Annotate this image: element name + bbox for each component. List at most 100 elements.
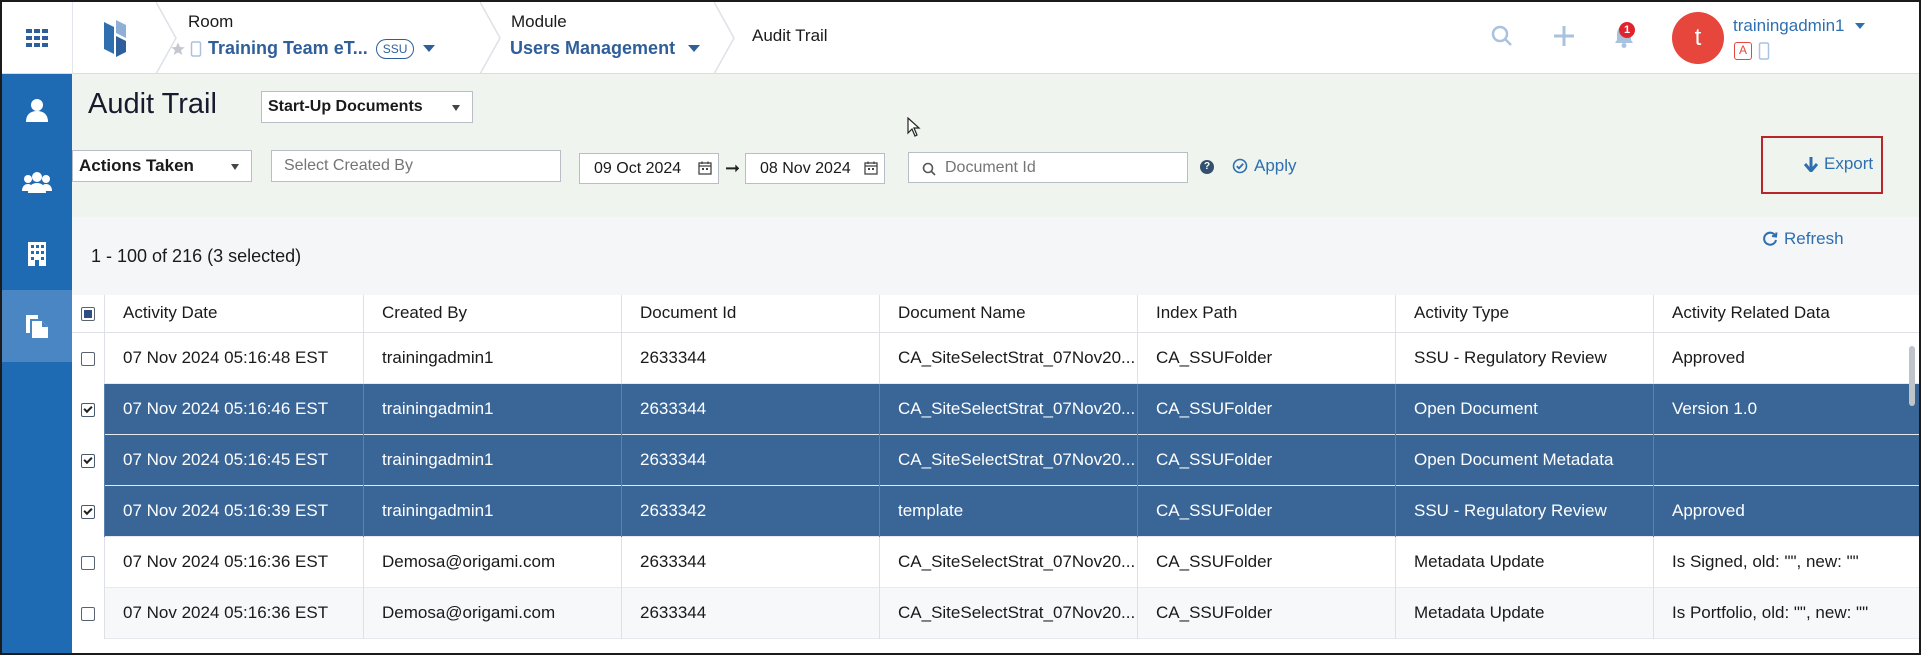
refresh-icon xyxy=(1763,231,1778,246)
breadcrumb-separator xyxy=(714,2,735,74)
sidebar-item-user[interactable] xyxy=(2,74,72,146)
document-category-value: Start-Up Documents xyxy=(268,98,423,115)
chevron-down-icon[interactable] xyxy=(687,44,701,54)
document-id-input[interactable] xyxy=(908,152,1188,183)
cell-activity-type: Metadata Update xyxy=(1395,588,1653,639)
search-icon[interactable] xyxy=(1490,24,1514,48)
cell-activity-related-data: Approved xyxy=(1653,486,1919,537)
chevron-down-icon[interactable] xyxy=(422,44,436,54)
apps-grid-button[interactable] xyxy=(2,2,72,74)
breadcrumb-room[interactable]: Room Training Team eT... SSU xyxy=(170,12,470,68)
row-checkbox-cell xyxy=(72,333,104,384)
sidebar xyxy=(2,74,72,653)
search-icon xyxy=(922,162,936,176)
cell-activity-related-data: Is Signed, old: "", new: "" xyxy=(1653,537,1919,588)
row-checkbox[interactable] xyxy=(81,606,95,621)
breadcrumb-module[interactable]: Module Users Management xyxy=(510,12,710,68)
column-header-index-path[interactable]: Index Path xyxy=(1137,295,1395,333)
calendar-icon[interactable] xyxy=(864,161,878,175)
chevron-down-icon xyxy=(1855,23,1866,30)
module-name[interactable]: Users Management xyxy=(510,38,675,59)
cell-index-path: CA_SSUFolder xyxy=(1137,486,1395,537)
cell-index-path: CA_SSUFolder xyxy=(1137,333,1395,384)
table-row[interactable]: 07 Nov 2024 05:16:36 EST Demosa@origami.c… xyxy=(72,588,1919,639)
cell-index-path: CA_SSUFolder xyxy=(1137,537,1395,588)
cell-activity-date: 07 Nov 2024 05:16:48 EST xyxy=(104,333,363,384)
created-by-input[interactable] xyxy=(271,150,561,182)
column-header-activity-related-data[interactable]: Activity Related Data xyxy=(1653,295,1919,333)
row-checkbox-cell xyxy=(72,537,104,588)
table-row[interactable]: 07 Nov 2024 05:16:46 EST trainingadmin1 26… xyxy=(72,384,1919,435)
cell-activity-related-data: Version 1.0 xyxy=(1653,384,1919,435)
table-row[interactable]: 07 Nov 2024 05:16:39 EST trainingadmin1 26… xyxy=(72,486,1919,537)
mobile-icon xyxy=(1758,42,1770,60)
cell-created-by: trainingadmin1 xyxy=(363,333,621,384)
cell-index-path: CA_SSUFolder xyxy=(1137,588,1395,639)
row-checkbox[interactable] xyxy=(81,504,95,519)
table-row[interactable]: 07 Nov 2024 05:16:48 EST trainingadmin1 26… xyxy=(72,333,1919,384)
sidebar-item-users[interactable] xyxy=(2,146,72,218)
top-bar: Room Training Team eT... SSU Module User… xyxy=(2,2,1919,74)
sidebar-item-documents[interactable] xyxy=(2,290,72,362)
module-label: Module xyxy=(511,12,567,31)
cell-activity-date: 07 Nov 2024 05:16:45 EST xyxy=(104,435,363,486)
star-icon[interactable] xyxy=(170,41,186,57)
cell-activity-date: 07 Nov 2024 05:16:36 EST xyxy=(104,588,363,639)
app-logo[interactable] xyxy=(72,2,156,74)
breadcrumb-current-page: Audit Trail xyxy=(752,26,828,45)
row-checkbox[interactable] xyxy=(81,402,95,417)
cell-document-name: CA_SiteSelectStrat_07Nov20... xyxy=(879,588,1137,639)
cell-document-name: template xyxy=(879,486,1137,537)
cell-document-name: CA_SiteSelectStrat_07Nov20... xyxy=(879,384,1137,435)
actions-taken-select[interactable]: Actions Taken xyxy=(72,150,252,182)
mobile-icon xyxy=(190,40,202,57)
column-header-document-name[interactable]: Document Name xyxy=(879,295,1137,333)
grid-icon xyxy=(26,29,48,47)
user-menu[interactable]: trainingadmin1 xyxy=(1733,16,1866,36)
document-category-select[interactable]: Start-Up Documents xyxy=(261,91,473,123)
table-header: Activity Date Created By Document Id Doc… xyxy=(72,295,1919,333)
cell-activity-related-data: Approved xyxy=(1653,333,1919,384)
help-icon[interactable]: ? xyxy=(1200,160,1214,174)
logo-icon xyxy=(103,20,126,57)
date-from-input[interactable]: 09 Oct 2024 xyxy=(579,153,719,184)
row-checkbox-cell xyxy=(72,435,104,486)
role-badge: A xyxy=(1734,42,1752,60)
table-row[interactable]: 07 Nov 2024 05:16:45 EST trainingadmin1 26… xyxy=(72,435,1919,486)
sidebar-item-organization[interactable] xyxy=(2,218,72,290)
select-all-checkbox[interactable] xyxy=(81,307,95,321)
table-row[interactable]: 07 Nov 2024 05:16:36 EST Demosa@origami.c… xyxy=(72,537,1919,588)
column-header-document-id[interactable]: Document Id xyxy=(621,295,879,333)
row-checkbox[interactable] xyxy=(81,555,95,570)
refresh-button[interactable]: Refresh xyxy=(1762,229,1844,249)
room-type-badge: SSU xyxy=(375,38,415,59)
apply-button[interactable]: Apply xyxy=(1232,156,1297,176)
room-name[interactable]: Training Team eT... xyxy=(208,38,368,59)
column-header-activity-date[interactable]: Activity Date xyxy=(104,295,363,333)
cell-created-by: Demosa@origami.com xyxy=(363,537,621,588)
cell-activity-type: Metadata Update xyxy=(1395,537,1653,588)
row-checkbox[interactable] xyxy=(81,453,95,468)
plus-icon[interactable] xyxy=(1552,24,1576,48)
date-to-input[interactable]: 08 Nov 2024 xyxy=(745,153,885,184)
cell-created-by: trainingadmin1 xyxy=(363,486,621,537)
table-scrollbar[interactable] xyxy=(1907,342,1917,642)
row-checkbox-cell xyxy=(72,588,104,639)
column-header-activity-type[interactable]: Activity Type xyxy=(1395,295,1653,333)
row-checkbox-cell xyxy=(72,486,104,537)
scrollbar-thumb[interactable] xyxy=(1909,346,1915,406)
cell-activity-type: SSU - Regulatory Review xyxy=(1395,333,1653,384)
cell-activity-type: Open Document xyxy=(1395,384,1653,435)
column-header-created-by[interactable]: Created By xyxy=(363,295,621,333)
cell-activity-date: 07 Nov 2024 05:16:46 EST xyxy=(104,384,363,435)
date-range-arrow-icon: ➞ xyxy=(725,158,741,178)
export-button[interactable]: Export xyxy=(1804,154,1873,174)
check-circle-icon xyxy=(1232,158,1248,174)
row-checkbox[interactable] xyxy=(81,351,95,366)
user-avatar[interactable]: t xyxy=(1672,12,1724,64)
export-label: Export xyxy=(1824,154,1874,173)
row-checkbox-cell xyxy=(72,384,104,435)
select-all-checkbox-cell xyxy=(72,295,104,333)
cell-activity-date: 07 Nov 2024 05:16:36 EST xyxy=(104,537,363,588)
calendar-icon[interactable] xyxy=(698,161,712,175)
